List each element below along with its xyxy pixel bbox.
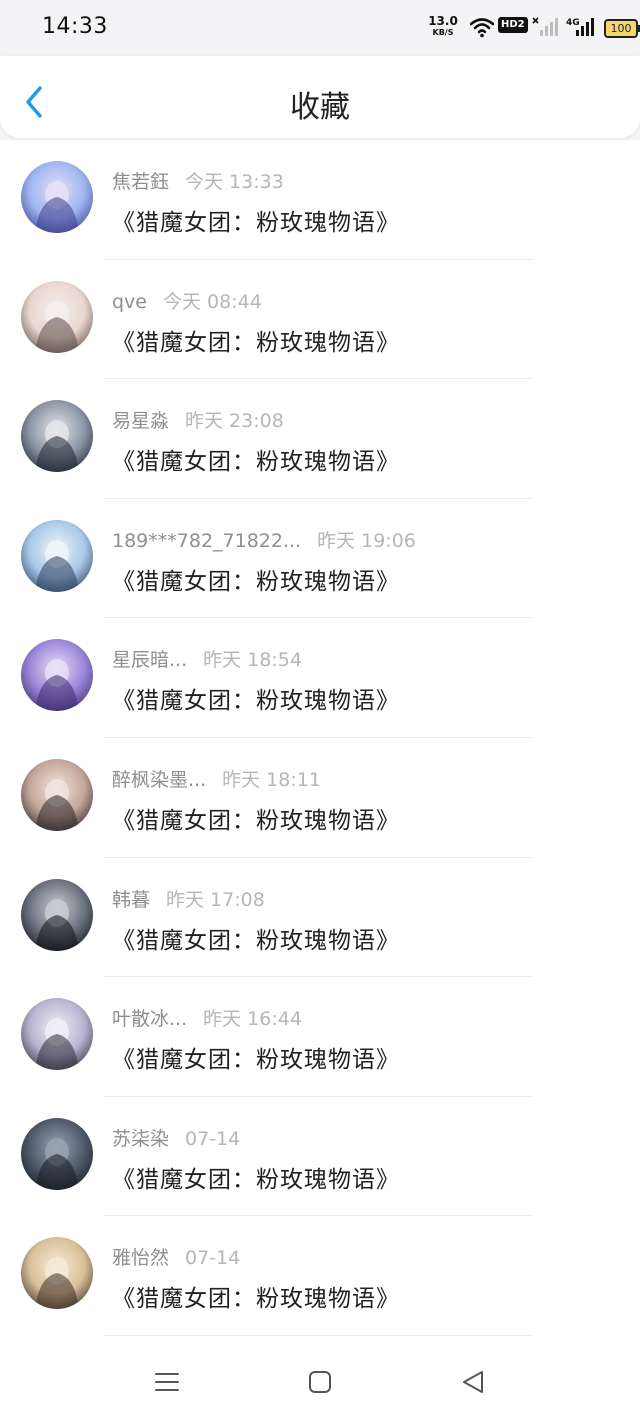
user-name: 醉枫染墨... [112, 768, 207, 791]
avatar[interactable] [21, 280, 93, 353]
signal-4g-icon: 4G [566, 18, 594, 36]
item-meta: qve 今天 08:44 [112, 287, 262, 314]
header: 收藏 [0, 56, 640, 140]
user-name: 焦若鈺 [112, 171, 170, 193]
avatar[interactable] [21, 998, 93, 1071]
list-item[interactable]: 焦若鈺 今天 13:33 《猎魔女团：粉玫瑰物语》 [0, 140, 640, 260]
favorite-time: 今天 13:33 [185, 171, 284, 193]
user-name: 叶散冰... [112, 1008, 188, 1031]
favorite-time: 昨天 18:11 [222, 768, 321, 791]
book-title: 《猎魔女团：粉玫瑰物语》 [112, 449, 400, 476]
avatar-image [21, 280, 93, 353]
item-meta: 星辰暗... 昨天 18:54 [112, 645, 302, 672]
list-item[interactable]: 星辰暗... 昨天 18:54 《猎魔女团：粉玫瑰物语》 [0, 618, 640, 738]
list-item[interactable]: 雅怡然 07-14 《猎魔女团：粉玫瑰物语》 [0, 1216, 640, 1336]
favorite-time: 昨天 17:08 [166, 888, 265, 911]
favorites-list: 焦若鈺 今天 13:33 《猎魔女团：粉玫瑰物语》 qve 今天 08:44 《… [0, 140, 640, 1336]
avatar-image [21, 400, 93, 473]
favorite-time: 07-14 [185, 1127, 241, 1150]
network-type-label: 4G [566, 18, 580, 28]
avatar-image [21, 519, 93, 592]
book-title: 《猎魔女团：粉玫瑰物语》 [112, 568, 400, 595]
book-title: 《猎魔女团：粉玫瑰物语》 [112, 329, 400, 356]
book-title: 《猎魔女团：粉玫瑰物语》 [112, 807, 400, 834]
item-meta: 焦若鈺 今天 13:33 [112, 167, 284, 194]
avatar-image [21, 1117, 93, 1190]
user-name: qve [112, 290, 147, 313]
network-speed-unit: KB/S [432, 28, 454, 37]
list-item[interactable]: qve 今天 08:44 《猎魔女团：粉玫瑰物语》 [0, 260, 640, 380]
avatar-image [21, 998, 93, 1071]
list-item[interactable]: 叶散冰... 昨天 16:44 《猎魔女团：粉玫瑰物语》 [0, 977, 640, 1097]
item-meta: 易星淼 昨天 23:08 [112, 406, 284, 433]
list-item[interactable]: 易星淼 昨天 23:08 《猎魔女团：粉玫瑰物语》 [0, 379, 640, 499]
avatar-image [21, 758, 93, 831]
network-speed: 13.0 KB/S [428, 14, 458, 38]
system-nav-bar [0, 1340, 640, 1422]
item-meta: 苏柒染 07-14 [112, 1124, 240, 1151]
avatar-image [21, 1237, 93, 1310]
user-name: 雅怡然 [112, 1247, 170, 1270]
wifi-icon [470, 18, 494, 38]
triangle-back-icon[interactable] [458, 1368, 488, 1396]
hd-voice-badge: HD2 [498, 17, 528, 33]
favorite-time: 昨天 19:06 [317, 529, 416, 552]
avatar-image [21, 161, 93, 233]
user-name: 苏柒染 [112, 1127, 170, 1150]
square-home-icon[interactable] [305, 1368, 335, 1396]
status-time: 14:33 [42, 14, 108, 39]
avatar[interactable] [21, 639, 93, 712]
list-item[interactable]: 醉枫染墨... 昨天 18:11 《猎魔女团：粉玫瑰物语》 [0, 738, 640, 858]
book-title: 《猎魔女团：粉玫瑰物语》 [112, 1286, 400, 1313]
user-name: 易星淼 [112, 410, 170, 433]
avatar-image [21, 878, 93, 951]
list-item[interactable]: 苏柒染 07-14 《猎魔女团：粉玫瑰物语》 [0, 1097, 640, 1217]
avatar-image [21, 639, 93, 712]
book-title: 《猎魔女团：粉玫瑰物语》 [112, 210, 400, 236]
battery-indicator: 100 [604, 19, 640, 38]
favorite-time: 昨天 18:54 [203, 649, 302, 672]
avatar[interactable] [21, 400, 93, 473]
favorite-time: 07-14 [185, 1247, 241, 1270]
divider [104, 1334, 532, 1336]
header-card: 收藏 [0, 56, 640, 138]
book-title: 《猎魔女团：粉玫瑰物语》 [112, 688, 400, 715]
item-meta: 叶散冰... 昨天 16:44 [112, 1004, 302, 1031]
network-speed-value: 13.0 [428, 14, 458, 28]
book-title: 《猎魔女团：粉玫瑰物语》 [112, 1047, 400, 1074]
favorite-time: 昨天 16:44 [203, 1008, 302, 1031]
favorite-time: 今天 08:44 [163, 290, 262, 313]
list-item[interactable]: 189***782_71822... 昨天 19:06 《猎魔女团：粉玫瑰物语》 [0, 499, 640, 619]
item-meta: 醉枫染墨... 昨天 18:11 [112, 765, 321, 792]
avatar[interactable] [21, 519, 93, 592]
item-meta: 189***782_71822... 昨天 19:06 [112, 526, 416, 553]
list-item[interactable]: 韩暮 昨天 17:08 《猎魔女团：粉玫瑰物语》 [0, 858, 640, 978]
user-name: 韩暮 [112, 888, 151, 911]
favorite-time: 昨天 23:08 [185, 410, 284, 433]
avatar[interactable] [21, 758, 93, 831]
item-meta: 雅怡然 07-14 [112, 1243, 240, 1270]
avatar[interactable] [21, 1237, 93, 1310]
avatar[interactable] [21, 1117, 93, 1190]
menu-icon[interactable] [152, 1368, 182, 1396]
avatar[interactable] [21, 878, 93, 951]
page-title: 收藏 [290, 90, 350, 125]
user-name: 星辰暗... [112, 649, 188, 672]
book-title: 《猎魔女团：粉玫瑰物语》 [112, 927, 400, 954]
item-meta: 韩暮 昨天 17:08 [112, 885, 265, 912]
status-bar: 14:33 13.0 KB/S HD2 4G 100 [0, 0, 640, 56]
avatar[interactable] [21, 161, 93, 233]
book-title: 《猎魔女团：粉玫瑰物语》 [112, 1166, 400, 1193]
user-name: 189***782_71822... [112, 529, 302, 552]
signal-no-service-icon [532, 17, 558, 36]
